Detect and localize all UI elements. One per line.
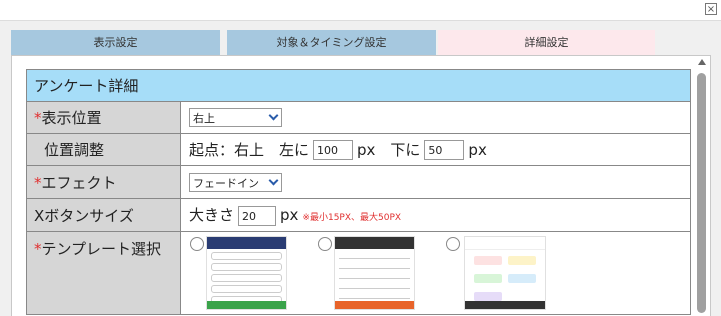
template2-thumbnail[interactable] — [334, 236, 415, 310]
xsize-label: Xボタンサイズ — [26, 198, 181, 232]
template-label: *テンプレート選択 — [26, 231, 181, 315]
adjust-label: 位置調整 — [26, 133, 181, 166]
position-value-cell: 右上 — [180, 101, 691, 134]
effect-label-text: エフェクト — [41, 173, 117, 192]
xsize-value-cell: 大きさ 20 px ※最小15PX、最大50PX — [180, 198, 691, 232]
position-label-text: 表示位置 — [41, 109, 102, 127]
chevron-down-icon — [268, 175, 279, 185]
down-offset-input[interactable]: 50 — [424, 140, 465, 161]
arrow-up-icon[interactable] — [698, 59, 706, 65]
template3-thumbnail[interactable] — [464, 236, 546, 310]
required-mark: * — [34, 173, 42, 192]
template1-radio[interactable] — [190, 237, 204, 251]
template-cell — [180, 231, 691, 315]
xsize-unit: px — [280, 206, 299, 225]
tab-detail-settings[interactable]: 詳細設定 — [438, 30, 655, 55]
effect-value-cell: フェードイン — [180, 165, 691, 199]
position-select-value: 右上 — [193, 112, 215, 125]
left-offset-input[interactable]: 100 — [313, 140, 354, 161]
xsize-input[interactable]: 20 — [238, 205, 277, 226]
tab-display-settings[interactable]: 表示設定 — [11, 30, 220, 55]
effect-label: *エフェクト — [26, 165, 181, 199]
section-title: アンケート詳細 — [26, 69, 691, 102]
xsize-prefix: 大きさ — [189, 206, 235, 225]
required-mark: * — [34, 109, 42, 127]
chevron-down-icon — [268, 110, 279, 121]
adjust-prefix: 起点：右上 左に — [189, 140, 310, 159]
window-titlebar: × — [0, 0, 721, 21]
template2-radio[interactable] — [318, 237, 332, 251]
adjust-unit1: px 下に — [357, 140, 421, 159]
template1-thumbnail[interactable] — [206, 236, 287, 310]
adjust-unit2: px — [468, 140, 487, 159]
template3-radio[interactable] — [446, 237, 460, 251]
template-label-text: テンプレート選択 — [41, 240, 162, 258]
tab-target-timing-settings[interactable]: 対象＆タイミング設定 — [227, 30, 436, 55]
effect-select[interactable]: フェードイン — [189, 172, 282, 192]
required-mark: * — [34, 240, 42, 258]
effect-select-value: フェードイン — [193, 176, 259, 190]
position-label: *表示位置 — [26, 101, 181, 134]
xsize-note: ※最小15PX、最大50PX — [302, 213, 402, 224]
close-icon[interactable]: × — [705, 3, 717, 15]
vertical-scrollbar[interactable] — [695, 56, 709, 316]
adjust-value-cell: 起点：右上 左に 100 px 下に 50 px — [180, 133, 691, 166]
position-select[interactable]: 右上 — [189, 108, 282, 127]
scrollbar-thumb[interactable] — [697, 73, 706, 313]
survey-detail-table: アンケート詳細 *表示位置 右上 位置調整 起点：右上 左に 100 px 下に 50… — [26, 69, 691, 315]
